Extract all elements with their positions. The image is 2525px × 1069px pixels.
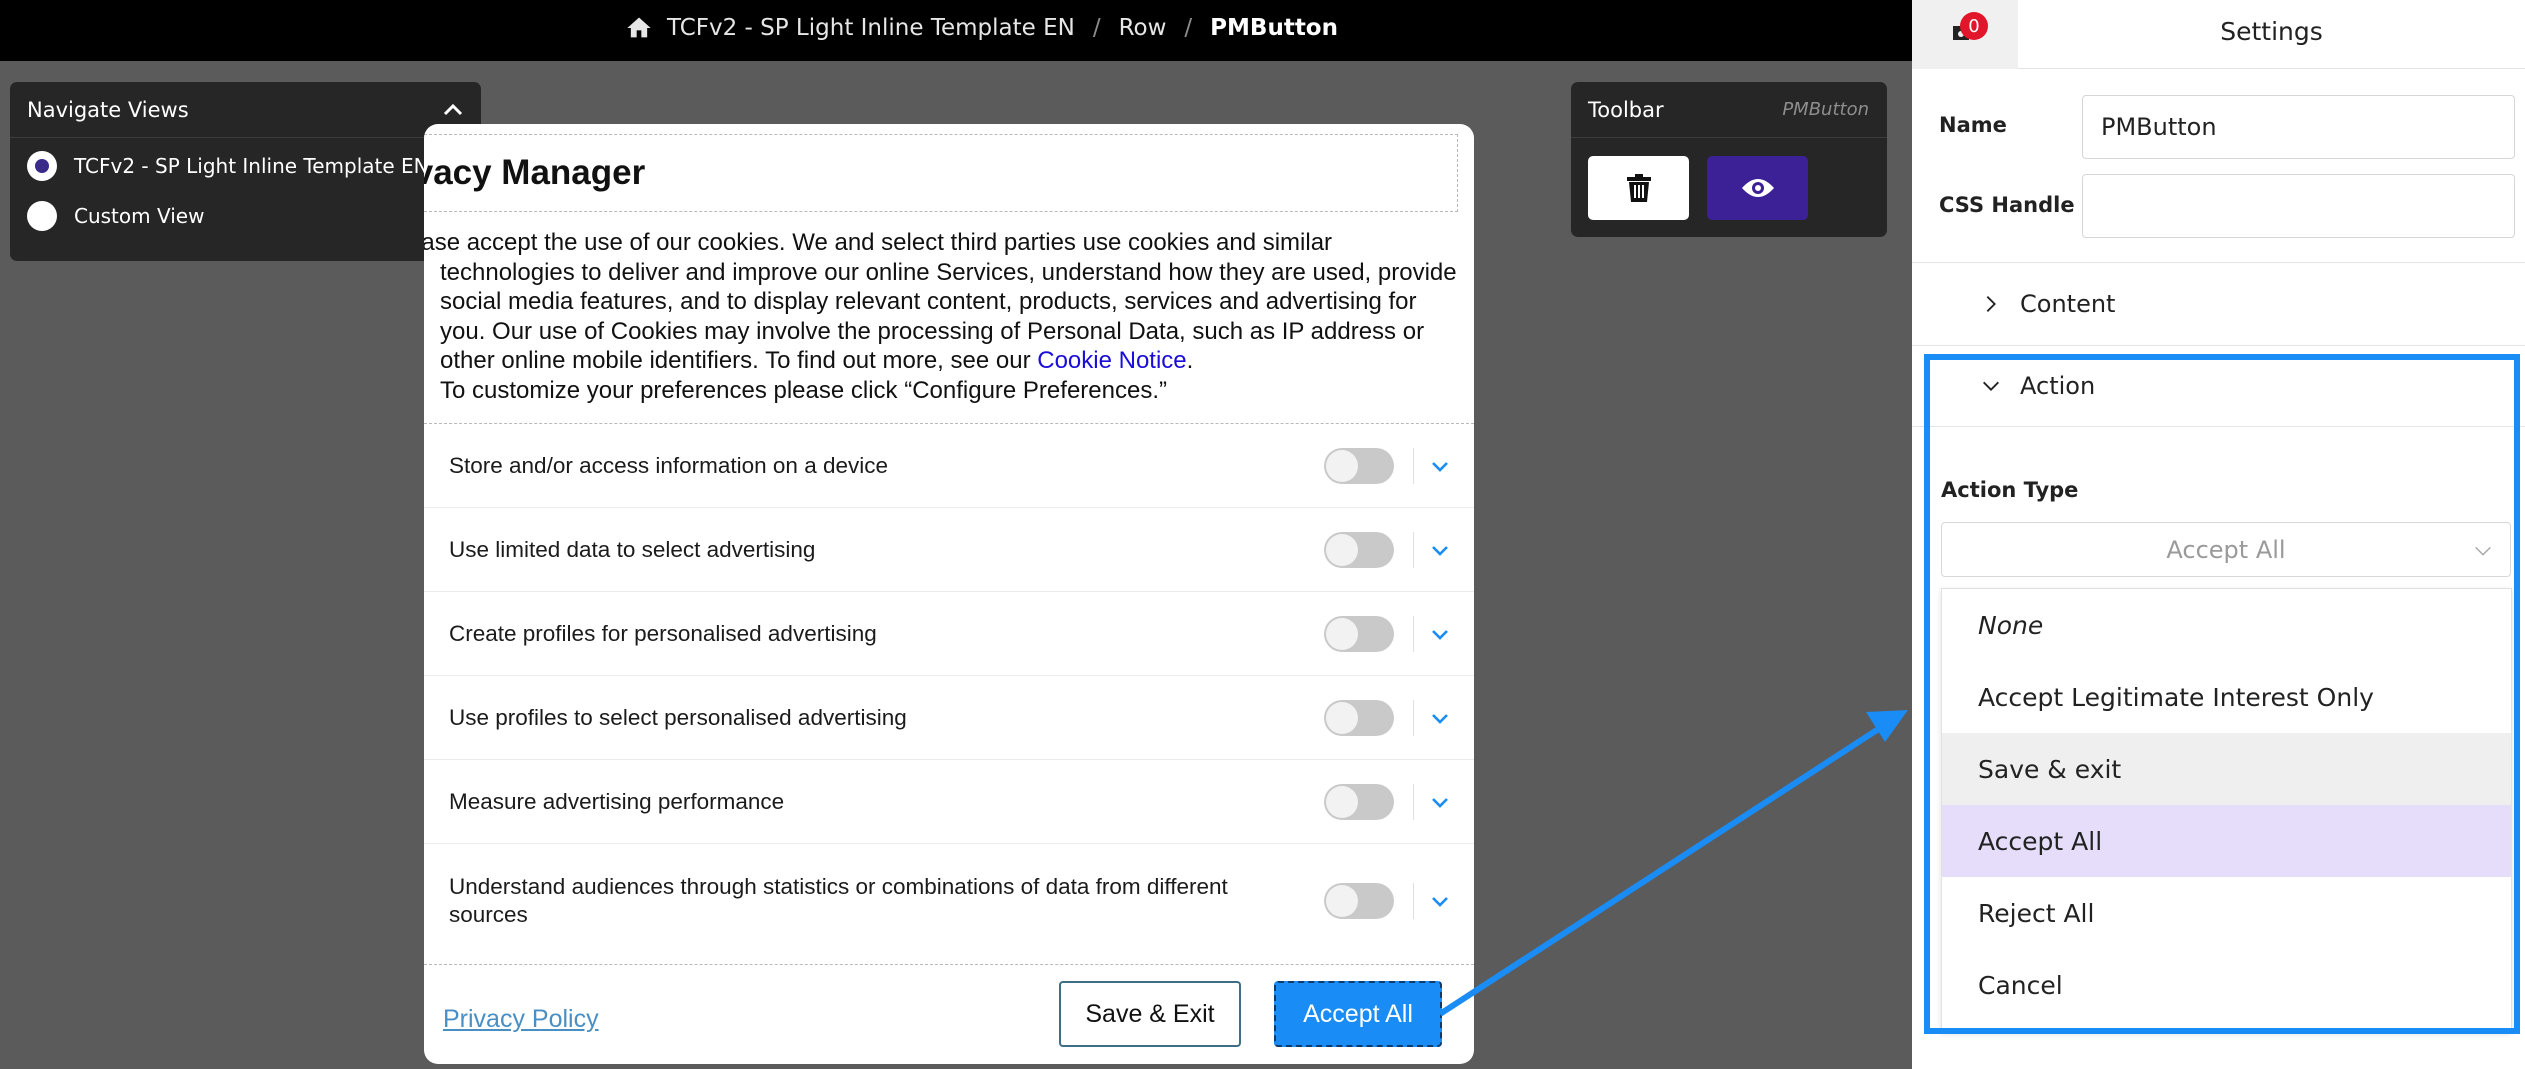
- save-exit-button[interactable]: Save & Exit: [1059, 981, 1241, 1047]
- breadcrumb-item-current: PMButton: [1210, 15, 1338, 41]
- settings-title: Settings: [2220, 16, 2323, 46]
- privacy-manager-title: ivacy Manager: [424, 153, 646, 192]
- radio-selected[interactable]: [27, 151, 57, 181]
- purpose-row: Store and/or access information on a dev…: [424, 424, 1474, 508]
- purpose-list: Store and/or access information on a dev…: [424, 423, 1474, 957]
- purpose-label: Create profiles for personalised adverti…: [449, 620, 877, 646]
- description-body: technologies to deliver and improve our …: [440, 258, 1457, 375]
- breadcrumb-item-template[interactable]: TCFv2 - SP Light Inline Template EN: [667, 15, 1075, 41]
- purpose-toggle[interactable]: [1324, 783, 1394, 820]
- view-option-custom[interactable]: Custom View: [10, 191, 481, 241]
- privacy-manager-modal: ivacy Manager ease accept the use of our…: [424, 124, 1474, 1064]
- chevron-down-icon[interactable]: [1428, 889, 1452, 913]
- divider: [1413, 882, 1414, 919]
- preview-button[interactable]: [1707, 156, 1808, 220]
- delete-button[interactable]: [1588, 156, 1689, 220]
- divider: [1413, 531, 1414, 568]
- view-option-label: TCFv2 - SP Light Inline Template EN: [74, 154, 429, 178]
- breadcrumb-separator: /: [1184, 15, 1193, 41]
- purpose-toggle[interactable]: [1324, 531, 1394, 568]
- purpose-row: Measure advertising performance: [424, 760, 1474, 844]
- content-section-label: Content: [2020, 289, 2116, 318]
- accept-all-button[interactable]: Accept All: [1274, 981, 1442, 1047]
- toolbar-panel: Toolbar PMButton: [1571, 82, 1887, 237]
- divider: [1413, 447, 1414, 484]
- notifications-button[interactable]: 0: [1912, 0, 2018, 69]
- purpose-toggle[interactable]: [1324, 615, 1394, 652]
- purpose-row: Use limited data to select advertising: [424, 508, 1474, 592]
- view-option-template[interactable]: TCFv2 - SP Light Inline Template EN: [10, 141, 481, 191]
- name-label: Name: [1939, 113, 2007, 137]
- purpose-label: Understand audiences through statistics …: [449, 873, 1228, 927]
- chevron-down-icon[interactable]: [1428, 706, 1452, 730]
- breadcrumb-item-row[interactable]: Row: [1119, 15, 1167, 41]
- chevron-down-icon[interactable]: [1428, 790, 1452, 814]
- css-handle-input[interactable]: [2082, 174, 2515, 238]
- name-input[interactable]: PMButton: [2082, 95, 2515, 159]
- highlight-box: [1924, 354, 2520, 1034]
- chevron-up-icon[interactable]: [441, 98, 465, 122]
- breadcrumb-separator: /: [1092, 15, 1101, 41]
- privacy-manager-footer: Privacy Policy Save & Exit Accept All: [424, 964, 1474, 1064]
- toolbar-title: Toolbar: [1588, 97, 1664, 122]
- chevron-down-icon[interactable]: [1428, 538, 1452, 562]
- purpose-row: Create profiles for personalised adverti…: [424, 592, 1474, 676]
- eye-icon: [1741, 179, 1774, 197]
- breadcrumb: TCFv2 - SP Light Inline Template EN / Ro…: [625, 0, 1338, 56]
- description-first-line: ease accept the use of our cookies. We a…: [424, 229, 1333, 256]
- description-period: .: [1186, 347, 1194, 374]
- purpose-toggle[interactable]: [1324, 447, 1394, 484]
- navigate-views-panel: Navigate Views TCFv2 - SP Light Inline T…: [10, 82, 481, 261]
- chevron-down-icon[interactable]: [1428, 454, 1452, 478]
- description-last-line: To customize your preferences please cli…: [440, 376, 1167, 404]
- purpose-label: Use profiles to select personalised adve…: [449, 704, 907, 730]
- toolbar-header: Toolbar PMButton: [1571, 82, 1887, 138]
- divider: [1413, 615, 1414, 652]
- view-option-label: Custom View: [74, 204, 205, 228]
- purpose-toggle[interactable]: [1324, 882, 1394, 919]
- toolbar-element-name: PMButton: [1782, 99, 1869, 120]
- trash-icon: [1626, 174, 1651, 202]
- home-icon[interactable]: [625, 14, 653, 42]
- notification-count-badge: 0: [1960, 12, 1988, 40]
- chevron-down-icon[interactable]: [1428, 622, 1452, 646]
- navigate-views-header[interactable]: Navigate Views: [10, 82, 481, 138]
- purpose-label: Store and/or access information on a dev…: [449, 452, 888, 478]
- divider: [1413, 783, 1414, 820]
- purpose-label: Use limited data to select advertising: [449, 536, 816, 562]
- purpose-toggle[interactable]: [1324, 699, 1394, 736]
- purpose-label: Measure advertising performance: [449, 788, 785, 814]
- privacy-manager-title-box[interactable]: ivacy Manager: [424, 134, 1458, 212]
- divider: [1413, 699, 1414, 736]
- purpose-row: Understand audiences through statistics …: [424, 844, 1474, 957]
- css-handle-label: CSS Handle: [1939, 193, 2075, 217]
- radio-unselected[interactable]: [27, 201, 57, 231]
- purpose-row: Use profiles to select personalised adve…: [424, 676, 1474, 760]
- navigate-views-title: Navigate Views: [27, 97, 189, 122]
- privacy-policy-link[interactable]: Privacy Policy: [443, 1005, 599, 1034]
- content-section-header[interactable]: Content: [1912, 262, 2525, 344]
- top-bar: TCFv2 - SP Light Inline Template EN / Ro…: [0, 0, 1912, 61]
- cookie-notice-link[interactable]: Cookie Notice: [1037, 347, 1186, 374]
- privacy-manager-description[interactable]: ease accept the use of our cookies. We a…: [424, 228, 1460, 405]
- chevron-right-icon: [1986, 295, 1996, 312]
